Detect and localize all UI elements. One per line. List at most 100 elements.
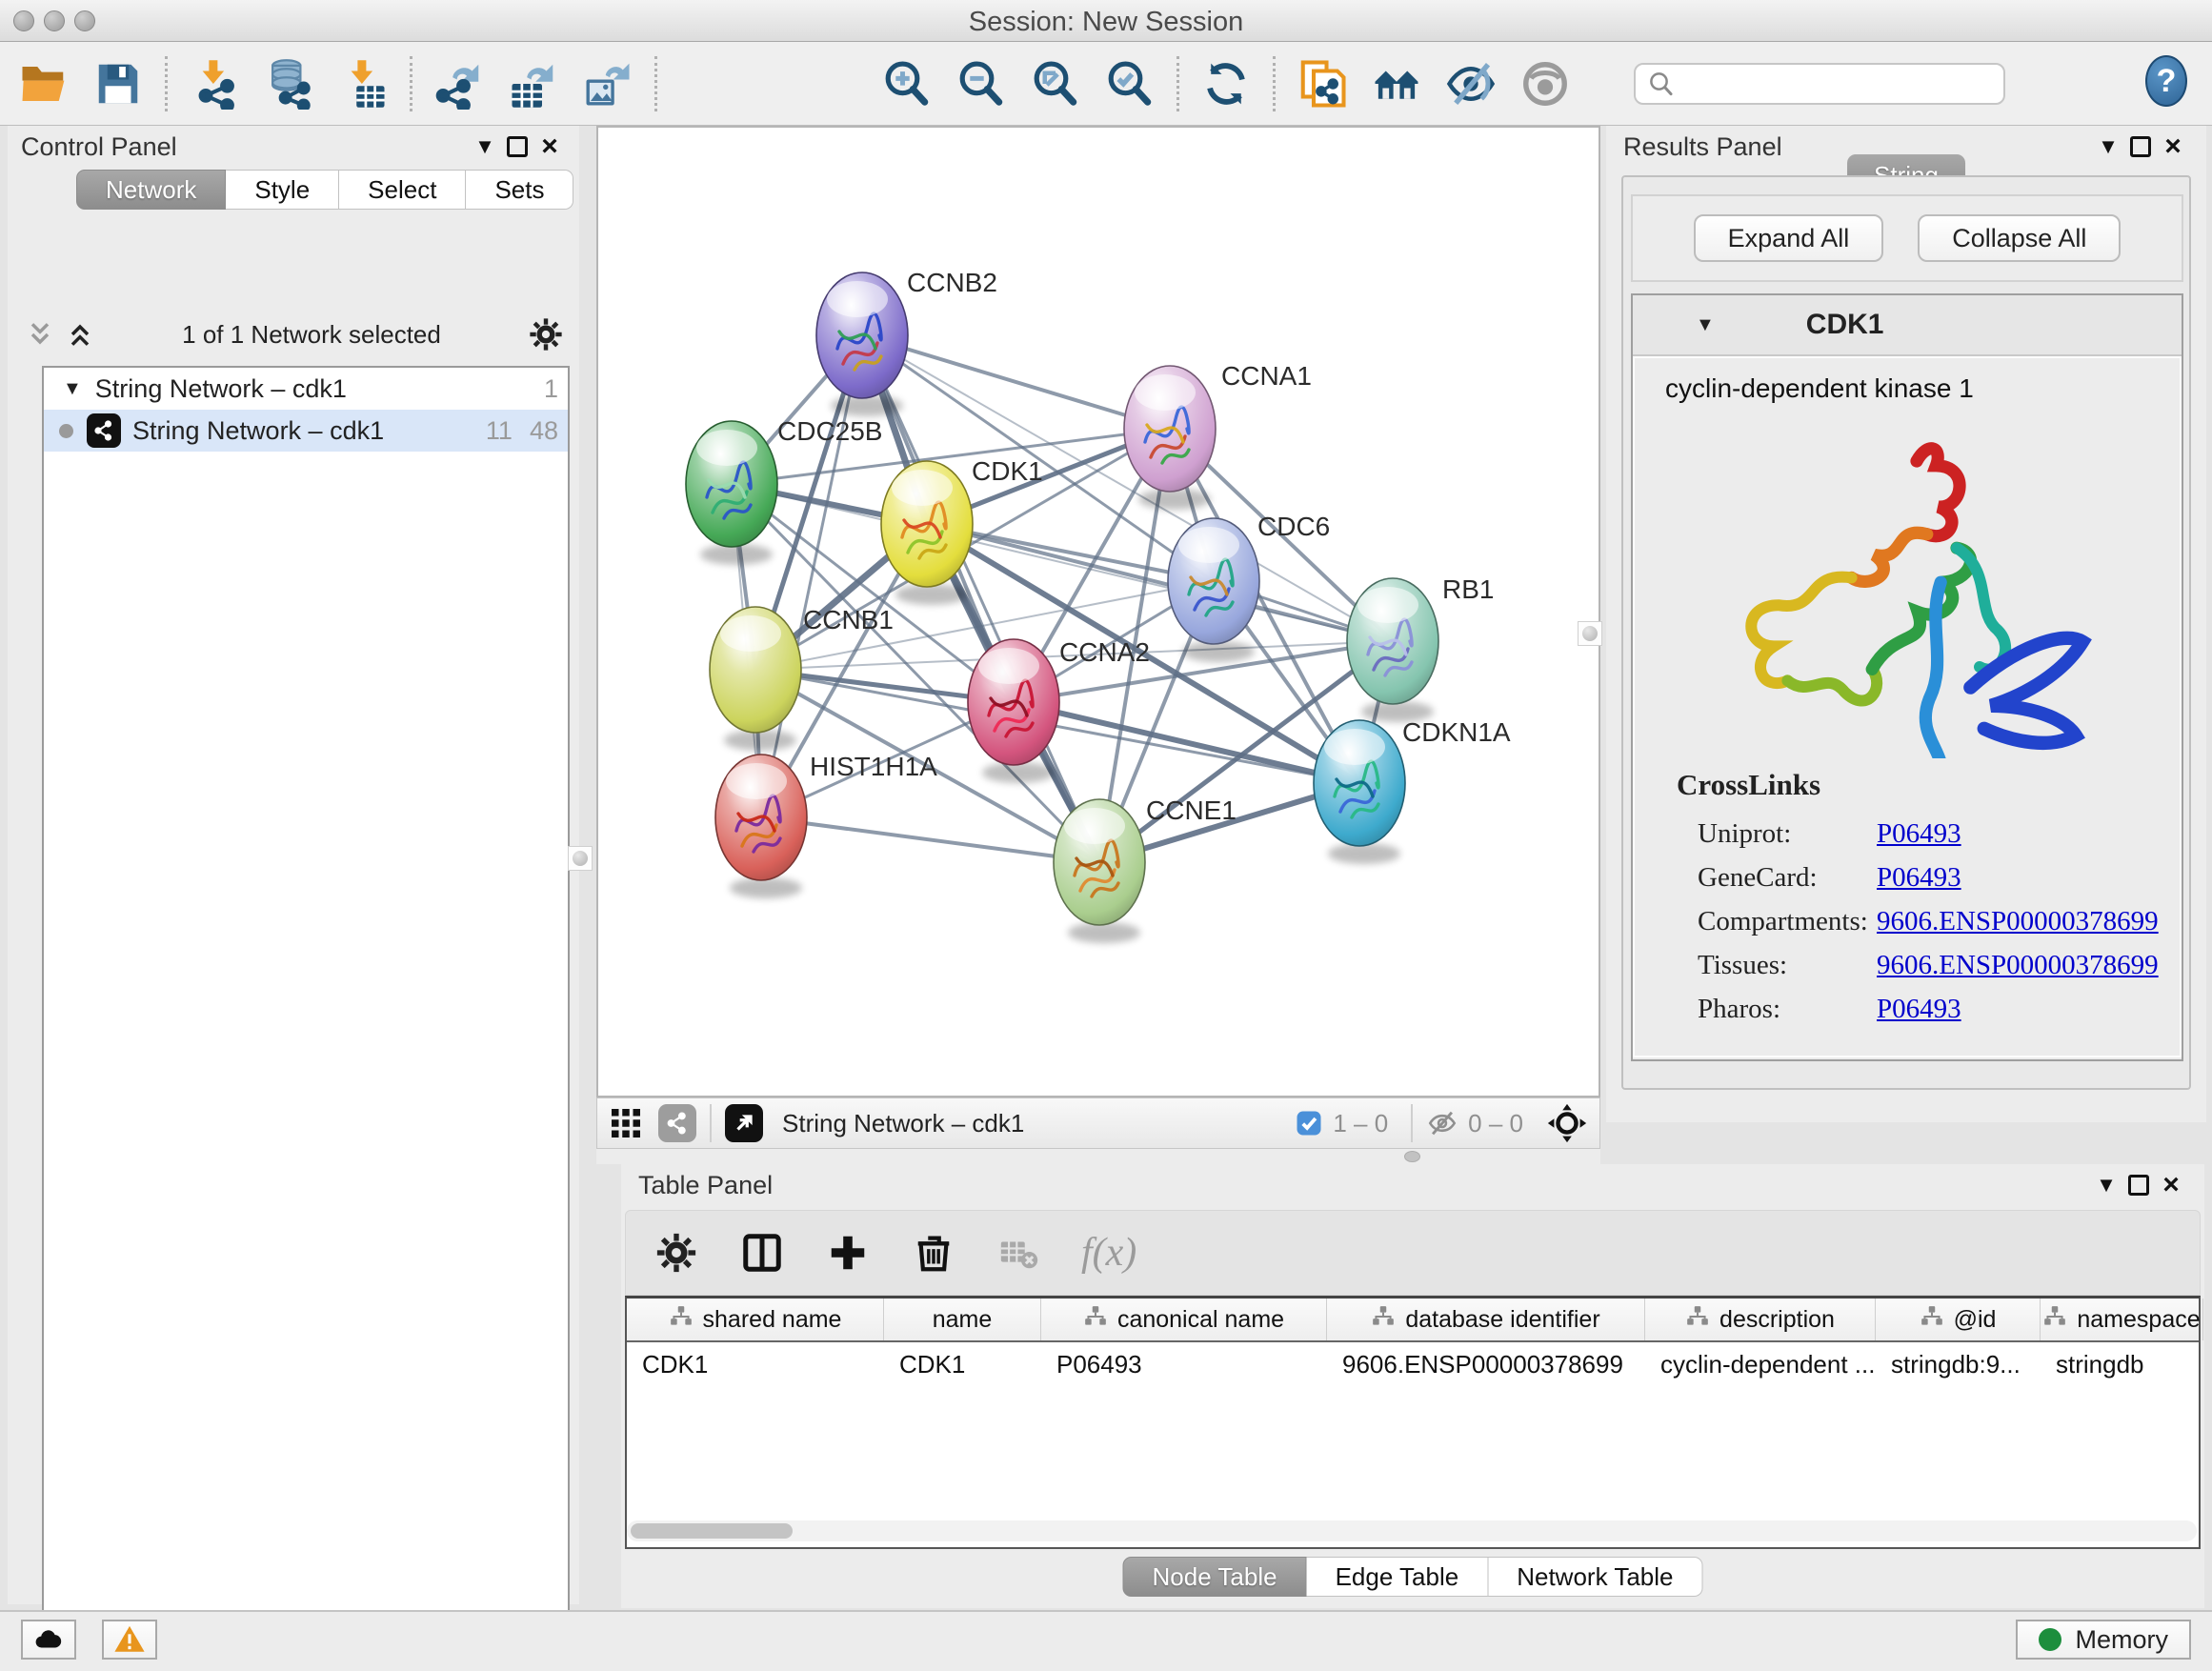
export-image-button[interactable] bbox=[581, 57, 634, 111]
help-button[interactable]: ? bbox=[2145, 55, 2187, 107]
scrollbar-thumb[interactable] bbox=[631, 1523, 793, 1539]
node-CCNA1[interactable]: CCNA1 bbox=[1124, 361, 1312, 510]
export-network-button[interactable] bbox=[432, 57, 486, 111]
table-horizontal-scrollbar[interactable] bbox=[627, 1520, 2197, 1541]
column-header--id[interactable]: @id bbox=[1876, 1299, 2041, 1340]
table-cell[interactable]: 9606.ENSP00000378699 bbox=[1327, 1342, 1645, 1386]
delete-column-button[interactable] bbox=[910, 1229, 957, 1277]
right-splitter-handle[interactable] bbox=[1578, 621, 1602, 646]
node-entry-header[interactable]: ▼ CDK1 bbox=[1633, 295, 2182, 356]
save-session-button[interactable] bbox=[91, 57, 145, 111]
tab-select[interactable]: Select bbox=[339, 170, 466, 210]
tab-network[interactable]: Network bbox=[76, 170, 226, 210]
crosslink-link[interactable]: P06493 bbox=[1877, 862, 1961, 894]
hidden-eye-icon[interactable] bbox=[1426, 1107, 1458, 1139]
export-table-button[interactable] bbox=[507, 57, 560, 111]
table-tabbar: Node TableEdge TableNetwork Table bbox=[1123, 1557, 1703, 1597]
search-box[interactable] bbox=[1634, 63, 2005, 105]
table-cell[interactable]: cyclin-dependent ... bbox=[1645, 1342, 1876, 1386]
collapse-all-icon[interactable] bbox=[25, 319, 55, 350]
crosslink-link[interactable]: 9606.ENSP00000378699 bbox=[1877, 950, 2159, 981]
node-RB1[interactable]: RB1 bbox=[1347, 574, 1494, 722]
panel-menu-icon[interactable]: ▼ bbox=[2090, 1171, 2122, 1199]
panel-menu-icon[interactable]: ▼ bbox=[469, 132, 501, 161]
create-column-button[interactable] bbox=[824, 1229, 872, 1277]
crosslink-link[interactable]: 9606.ENSP00000378699 bbox=[1877, 906, 2159, 937]
network-view-icon[interactable] bbox=[658, 1104, 696, 1142]
edge-CCNB2-CCNA1[interactable] bbox=[862, 335, 1170, 429]
network-graph[interactable]: CCNB2CCNA1CDC25BCDK1CDC6RB1CCNB1CCNA2CDK… bbox=[596, 126, 1600, 1097]
collapse-all-button[interactable]: Collapse All bbox=[1918, 214, 2121, 262]
search-input[interactable] bbox=[1676, 70, 1990, 98]
crosslink-row: Uniprot:P06493 bbox=[1677, 812, 2159, 856]
table-cell[interactable]: CDK1 bbox=[884, 1342, 1041, 1386]
copy-network-button[interactable] bbox=[1296, 57, 1349, 111]
fit-content-icon[interactable] bbox=[1546, 1102, 1588, 1144]
selected-checkbox-icon[interactable] bbox=[1295, 1109, 1323, 1137]
zoom-fit-button[interactable] bbox=[1029, 57, 1082, 111]
hide-selected-button[interactable] bbox=[1444, 57, 1498, 111]
entry-collapse-icon[interactable]: ▼ bbox=[1696, 314, 1715, 336]
network-collection-row[interactable]: ▼ String Network – cdk1 1 bbox=[44, 368, 568, 410]
refresh-view-button[interactable] bbox=[1199, 57, 1253, 111]
splitter-dot[interactable] bbox=[1404, 1151, 1420, 1162]
node-CCNE1[interactable]: CCNE1 bbox=[1054, 795, 1237, 943]
tree-expand-icon[interactable]: ▼ bbox=[63, 378, 82, 400]
expand-all-icon[interactable] bbox=[65, 319, 95, 350]
table-cell[interactable]: CDK1 bbox=[627, 1342, 884, 1386]
left-splitter-handle[interactable] bbox=[568, 846, 593, 871]
import-network-button[interactable] bbox=[188, 57, 241, 111]
warning-status-button[interactable] bbox=[102, 1620, 157, 1660]
tab-style[interactable]: Style bbox=[226, 170, 339, 210]
zoom-selected-button[interactable] bbox=[1103, 57, 1156, 111]
zoom-out-button[interactable] bbox=[955, 57, 1008, 111]
table-cell[interactable]: P06493 bbox=[1041, 1342, 1327, 1386]
first-neighbors-button[interactable] bbox=[1370, 57, 1423, 111]
cloud-status-button[interactable] bbox=[21, 1620, 76, 1660]
column-header-shared-name[interactable]: shared name bbox=[627, 1299, 884, 1340]
node-CDC6[interactable]: CDC6 bbox=[1168, 512, 1330, 662]
show-all-button[interactable] bbox=[1518, 57, 1572, 111]
expand-all-button[interactable]: Expand All bbox=[1694, 214, 1884, 262]
table-cell[interactable]: stringdb:9... bbox=[1876, 1342, 2041, 1386]
network-row-selected[interactable]: String Network – cdk1 11 48 bbox=[44, 410, 568, 452]
panel-float-icon[interactable] bbox=[2124, 132, 2157, 161]
table-body: CDK1CDK1P064939606.ENSP00000378699cyclin… bbox=[627, 1342, 2199, 1386]
crosslink-link[interactable]: P06493 bbox=[1877, 818, 1961, 850]
grid-view-icon[interactable] bbox=[609, 1106, 643, 1140]
title-bar: Session: New Session bbox=[0, 0, 2212, 42]
show-columns-button[interactable] bbox=[738, 1229, 786, 1277]
panel-float-icon[interactable] bbox=[501, 132, 533, 161]
gear-icon[interactable] bbox=[528, 316, 564, 352]
column-header-database-identifier[interactable]: database identifier bbox=[1327, 1299, 1645, 1340]
edge-CCNB2-CCNE1[interactable] bbox=[862, 335, 1099, 862]
tab-sets[interactable]: Sets bbox=[466, 170, 573, 210]
birds-eye-view-icon[interactable] bbox=[725, 1104, 763, 1142]
import-table-button[interactable] bbox=[336, 57, 390, 111]
column-header-description[interactable]: description bbox=[1645, 1299, 1876, 1340]
panel-menu-icon[interactable]: ▼ bbox=[2092, 132, 2124, 161]
column-header-name[interactable]: name bbox=[884, 1299, 1041, 1340]
tab-node-table[interactable]: Node Table bbox=[1123, 1557, 1307, 1597]
network-label: String Network – cdk1 bbox=[132, 416, 384, 446]
zoom-in-button[interactable] bbox=[880, 57, 934, 111]
node-table[interactable]: shared namenamecanonical namedatabase id… bbox=[625, 1296, 2201, 1549]
column-header-namespace[interactable]: namespace bbox=[2041, 1299, 2203, 1340]
panel-close-icon[interactable]: × bbox=[2155, 1171, 2187, 1199]
node-CDC25B[interactable]: CDC25B bbox=[686, 416, 882, 565]
node-CDKN1A[interactable]: CDKN1A bbox=[1314, 717, 1511, 864]
horizontal-splitter[interactable] bbox=[596, 1149, 1600, 1164]
table-settings-button[interactable] bbox=[653, 1229, 700, 1277]
tab-edge-table[interactable]: Edge Table bbox=[1307, 1557, 1489, 1597]
panel-close-icon[interactable]: × bbox=[2157, 132, 2189, 161]
panel-float-icon[interactable] bbox=[2122, 1171, 2155, 1199]
column-header-canonical-name[interactable]: canonical name bbox=[1041, 1299, 1327, 1340]
edge-HIST1H1A-CCNE1[interactable] bbox=[761, 817, 1099, 862]
tab-network-table[interactable]: Network Table bbox=[1488, 1557, 1702, 1597]
open-session-button[interactable] bbox=[17, 57, 70, 111]
memory-button[interactable]: Memory bbox=[2016, 1620, 2191, 1660]
import-network-from-database-button[interactable] bbox=[262, 57, 315, 111]
panel-close-icon[interactable]: × bbox=[533, 132, 566, 161]
crosslink-link[interactable]: P06493 bbox=[1877, 994, 1961, 1025]
table-cell[interactable]: stringdb bbox=[2041, 1342, 2203, 1386]
